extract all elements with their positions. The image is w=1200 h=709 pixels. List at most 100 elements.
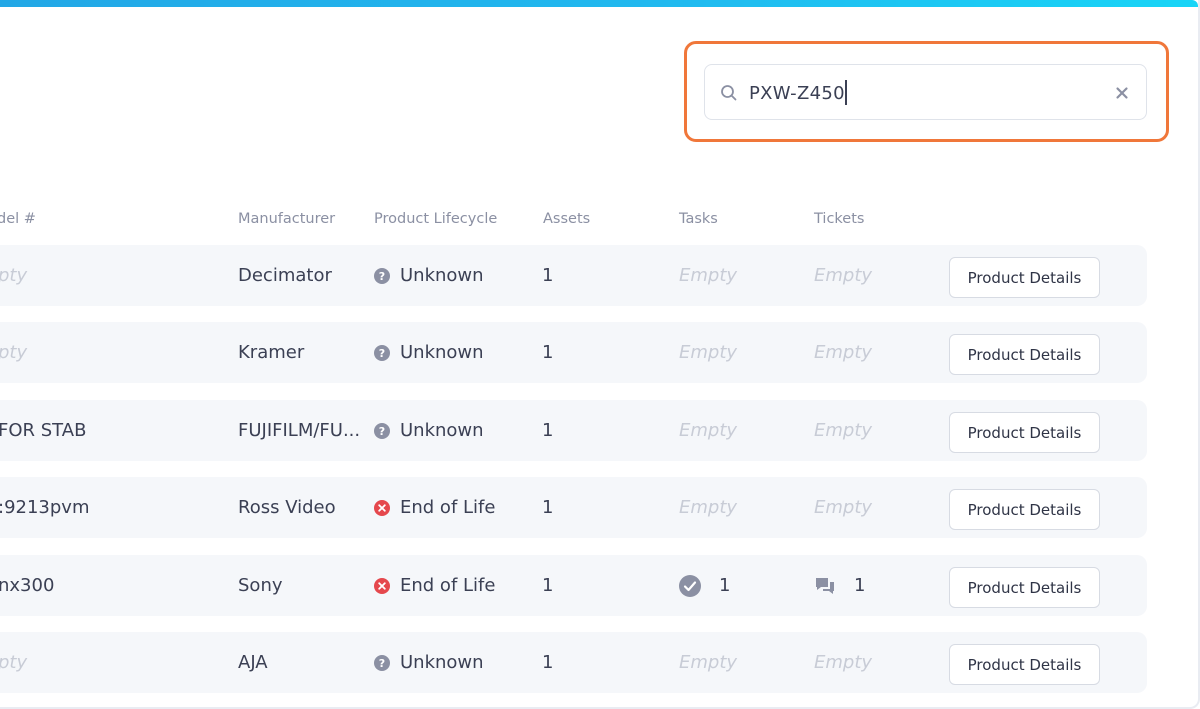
model-number: :9213pvm: [0, 497, 90, 518]
manufacturer-name: Sony: [238, 575, 283, 596]
model-number: FOR STAB: [0, 420, 87, 441]
model-number: pty: [0, 342, 28, 363]
tasks-count: 1: [719, 575, 731, 596]
question-circle-icon: ?: [374, 654, 390, 671]
lifecycle-status: Unknown: [400, 265, 484, 286]
close-icon[interactable]: [1112, 83, 1132, 103]
question-circle-icon: ?: [374, 422, 390, 439]
manufacturer-name: Kramer: [238, 342, 305, 363]
tickets-cell: Empty: [814, 477, 872, 538]
manufacturer-cell: Sony: [238, 555, 283, 616]
assets-cell: 1: [542, 400, 553, 461]
column-header-tasks[interactable]: Tasks: [679, 211, 718, 227]
product-details-button[interactable]: Product Details: [949, 412, 1100, 453]
tickets-empty: Empty: [814, 420, 873, 441]
table-row[interactable]: nx300 Sony End of Life 1 1 1 Product Det…: [0, 555, 1147, 616]
tasks-empty: Empty: [679, 342, 738, 363]
manufacturer-name: Decimator: [238, 265, 332, 286]
assets-count: 1: [542, 342, 554, 363]
lifecycle-cell: ? Unknown: [374, 632, 484, 693]
x-circle-icon: [374, 499, 390, 516]
tickets-cell: 1: [814, 555, 865, 616]
model-number: pty: [0, 265, 28, 286]
manufacturer-cell: Ross Video: [238, 477, 336, 538]
model-cell: pty: [0, 245, 27, 306]
lifecycle-status: End of Life: [400, 575, 496, 596]
tasks-empty: Empty: [679, 420, 738, 441]
lifecycle-cell: End of Life: [374, 477, 495, 538]
column-header-assets[interactable]: Assets: [543, 211, 590, 227]
product-details-button[interactable]: Product Details: [949, 257, 1100, 298]
column-header-model[interactable]: del #: [0, 211, 36, 227]
product-details-button[interactable]: Product Details: [949, 644, 1100, 685]
svg-text:?: ?: [379, 347, 385, 360]
tickets-empty: Empty: [814, 497, 873, 518]
search-icon: [721, 85, 737, 101]
x-circle-icon: [374, 577, 390, 594]
tickets-empty: Empty: [814, 342, 873, 363]
lifecycle-status: Unknown: [400, 420, 484, 441]
lifecycle-cell: ? Unknown: [374, 322, 484, 383]
lifecycle-status: Unknown: [400, 342, 484, 363]
assets-count: 1: [542, 652, 554, 673]
tickets-cell: Empty: [814, 400, 872, 461]
svg-text:?: ?: [379, 270, 385, 283]
product-list-panel: del # Manufacturer Product Lifecycle Ass…: [0, 0, 1200, 709]
manufacturer-cell: Kramer: [238, 322, 304, 383]
assets-cell: 1: [542, 245, 553, 306]
model-cell: :9213pvm: [0, 477, 90, 538]
tickets-cell: Empty: [814, 632, 872, 693]
model-cell: nx300: [0, 555, 54, 616]
column-header-lifecycle[interactable]: Product Lifecycle: [374, 211, 497, 227]
lifecycle-status: End of Life: [400, 497, 496, 518]
product-details-button[interactable]: Product Details: [949, 334, 1100, 375]
search-input[interactable]: [749, 77, 1089, 109]
tasks-empty: Empty: [679, 265, 738, 286]
svg-text:?: ?: [379, 657, 385, 670]
assets-cell: 1: [542, 477, 553, 538]
column-header-tickets[interactable]: Tickets: [814, 211, 864, 227]
tickets-cell: Empty: [814, 322, 872, 383]
text-caret: [845, 80, 847, 105]
assets-count: 1: [542, 420, 554, 441]
tickets-cell: Empty: [814, 245, 872, 306]
tasks-empty: Empty: [679, 652, 738, 673]
svg-text:?: ?: [379, 425, 385, 438]
manufacturer-name: AJA: [238, 652, 268, 673]
assets-cell: 1: [542, 322, 553, 383]
lifecycle-cell: ? Unknown: [374, 245, 484, 306]
model-number: nx300: [0, 575, 55, 596]
question-circle-icon: ?: [374, 267, 390, 284]
model-number: pty: [0, 652, 28, 673]
column-header-manufacturer[interactable]: Manufacturer: [238, 211, 335, 227]
tasks-cell: Empty: [679, 245, 737, 306]
question-circle-icon: ?: [374, 344, 390, 361]
manufacturer-cell: Decimator: [238, 245, 332, 306]
tasks-empty: Empty: [679, 497, 738, 518]
search-box[interactable]: [704, 64, 1147, 120]
table-row[interactable]: pty AJA ? Unknown 1 Empty Empty Product D…: [0, 632, 1147, 693]
assets-count: 1: [542, 575, 554, 596]
model-cell: pty: [0, 632, 27, 693]
tickets-count: 1: [854, 575, 866, 596]
table-row[interactable]: pty Kramer ? Unknown 1 Empty Empty Produc…: [0, 322, 1147, 383]
table-row[interactable]: pty Decimator ? Unknown 1 Empty Empty Pro…: [0, 245, 1147, 306]
tickets-empty: Empty: [814, 652, 873, 673]
check-circle-icon: [679, 574, 701, 597]
product-details-button[interactable]: Product Details: [949, 489, 1100, 530]
tasks-cell: 1: [679, 555, 730, 616]
manufacturer-name: Ross Video: [238, 497, 336, 518]
lifecycle-status: Unknown: [400, 652, 484, 673]
table-row[interactable]: :9213pvm Ross Video End of Life 1 Empty …: [0, 477, 1147, 538]
lifecycle-cell: End of Life: [374, 555, 495, 616]
tasks-cell: Empty: [679, 400, 737, 461]
table-row[interactable]: FOR STAB FUJIFILM/FU... ? Unknown 1 Empty…: [0, 400, 1147, 461]
model-cell: pty: [0, 322, 27, 383]
model-cell: FOR STAB: [0, 400, 86, 461]
assets-cell: 1: [542, 555, 553, 616]
tasks-cell: Empty: [679, 477, 737, 538]
tickets-empty: Empty: [814, 265, 873, 286]
accent-bar: [0, 0, 1198, 7]
assets-count: 1: [542, 497, 554, 518]
product-details-button[interactable]: Product Details: [949, 567, 1100, 608]
